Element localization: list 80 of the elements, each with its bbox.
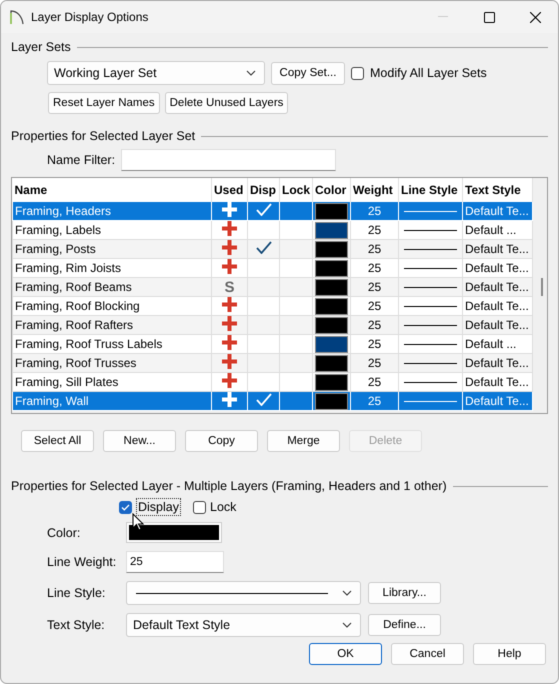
- section-heading: Layer Sets: [11, 40, 71, 54]
- line-style-sample: [404, 210, 457, 212]
- table-cell: Default Te...: [462, 392, 532, 410]
- line-weight-field[interactable]: 25: [126, 551, 224, 573]
- column-header[interactable]: Color: [312, 178, 350, 202]
- plus-icon: [222, 316, 237, 331]
- name-filter-field[interactable]: [121, 149, 336, 171]
- check-icon: [121, 504, 130, 510]
- column-header[interactable]: Used: [212, 178, 248, 202]
- used-status: S: [224, 278, 234, 296]
- checkbox-label: Modify All Layer Sets: [370, 66, 487, 80]
- table-cell[interactable]: Framing, Roof Beams: [12, 278, 212, 296]
- dialog-button[interactable]: Cancel: [391, 643, 464, 665]
- table-cell: 25: [350, 202, 398, 220]
- table-cell[interactable]: Framing, Posts: [12, 240, 212, 258]
- table-cell: Default Te...: [462, 354, 532, 372]
- table-cell: Default Te...: [462, 202, 532, 220]
- chevron-down-icon: [342, 590, 352, 596]
- plus-icon: [222, 240, 237, 255]
- column-header[interactable]: Text Style: [462, 178, 532, 202]
- line-style-sample: [404, 286, 457, 288]
- field-label: Name Filter:: [47, 153, 116, 167]
- library-button[interactable]: Library...: [368, 582, 441, 604]
- plus-icon: [222, 259, 237, 274]
- section-heading: Properties for Selected Layer - Multiple Layers (Framing, Headers and 1 other): [11, 479, 447, 493]
- dialog-button[interactable]: Help: [473, 643, 546, 665]
- line-style-sample: [404, 400, 457, 402]
- plus-icon: [222, 373, 237, 388]
- dialog-button[interactable]: OK: [309, 643, 382, 665]
- section-heading: Properties for Selected Layer Set: [11, 129, 196, 143]
- checkbox-label: Display: [136, 498, 181, 516]
- scrollbar-thumb[interactable]: [541, 278, 543, 296]
- field-label: Text Style:: [47, 618, 106, 632]
- table-cell: 25: [350, 316, 398, 334]
- checkbox[interactable]: [119, 500, 132, 514]
- table-cell: Default Te...: [462, 316, 532, 334]
- cursor-icon: [132, 513, 144, 531]
- text-style-dropdown[interactable]: Default Text Style: [126, 613, 361, 637]
- field-label: Color:: [47, 526, 82, 540]
- copy-set-button[interactable]: Copy Set...: [271, 62, 345, 84]
- checkbox[interactable]: [193, 500, 206, 514]
- plus-icon: [222, 335, 237, 350]
- line-style-sample: [404, 362, 457, 364]
- table-cell: Default Te...: [462, 278, 532, 296]
- checkbox-label: Lock: [210, 500, 236, 514]
- layer-set-dropdown[interactable]: Working Layer Set: [47, 61, 265, 85]
- table-cell: 25: [350, 240, 398, 258]
- table-cell: Default Te...: [462, 240, 532, 258]
- column-header[interactable]: Weight: [350, 178, 398, 202]
- table-cell[interactable]: Framing, Roof Rafters: [12, 316, 212, 334]
- window-title: Layer Display Options: [31, 10, 150, 24]
- table-cell[interactable]: Framing, Headers: [12, 202, 212, 220]
- plus-icon: [222, 354, 237, 369]
- table-action-button[interactable]: Select All: [21, 430, 94, 452]
- line-style-sample: [404, 324, 457, 326]
- plus-icon: [222, 297, 237, 312]
- checkbox[interactable]: [351, 66, 364, 80]
- field-label: Line Style:: [47, 586, 106, 600]
- plus-icon: [222, 221, 237, 236]
- column-header[interactable]: Name: [12, 178, 212, 202]
- define-button[interactable]: Define...: [368, 614, 441, 636]
- table-cell[interactable]: Framing, Wall: [12, 392, 212, 410]
- table-action-button[interactable]: New...: [103, 430, 176, 452]
- table-cell: 25: [350, 392, 398, 410]
- table-action-button[interactable]: Merge: [267, 430, 340, 452]
- line-style-dropdown[interactable]: [126, 581, 361, 605]
- column-header[interactable]: Line Style: [398, 178, 462, 202]
- table-action-button[interactable]: Copy: [185, 430, 258, 452]
- column-header[interactable]: Disp: [248, 178, 280, 202]
- field-label: Line Weight:: [47, 555, 118, 569]
- table-cell[interactable]: Framing, Roof Trusses: [12, 354, 212, 372]
- action-button[interactable]: Delete Unused Layers: [164, 92, 288, 114]
- line-style-sample: [404, 248, 457, 250]
- table-cell: 25: [350, 278, 398, 296]
- action-button[interactable]: Reset Layer Names: [48, 92, 160, 114]
- chevron-down-icon: [246, 70, 256, 76]
- chevron-down-icon: [342, 622, 352, 628]
- app-icon: [9, 9, 25, 25]
- table-cell: 25: [350, 354, 398, 372]
- column-header[interactable]: Lock: [280, 178, 312, 202]
